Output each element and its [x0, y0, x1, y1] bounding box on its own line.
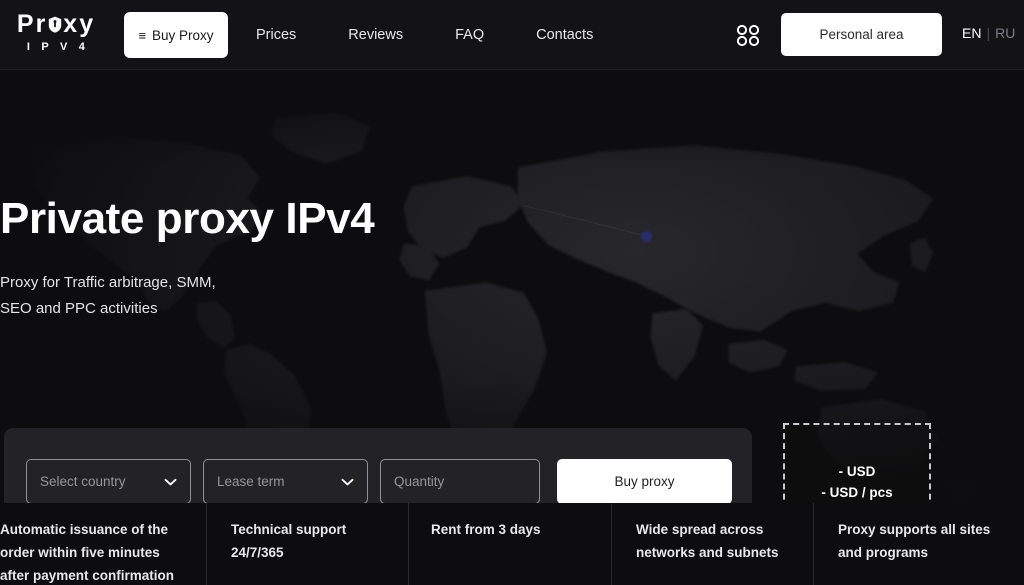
- select-country-dropdown[interactable]: Select country: [26, 459, 191, 503]
- feature-line: Technical support: [231, 522, 347, 537]
- hamburger-icon: ≡: [138, 27, 147, 43]
- landing-page: Pr xy I P V 4 ≡ Buy Proxy Prices Reviews…: [0, 0, 1024, 585]
- header-buy-proxy-label: Buy Proxy: [152, 27, 214, 43]
- features-bar: Automatic issuance of the order within f…: [0, 503, 1024, 585]
- feature-line: Proxy supports all sites: [838, 522, 991, 537]
- chevron-down-icon: [341, 478, 354, 486]
- chevron-down-icon: [164, 478, 177, 486]
- price-summary-box: - USD - USD / pcs: [783, 423, 931, 503]
- feature-divider: [611, 503, 612, 585]
- hero-subtitle: Proxy for Traffic arbitrage, SMM, SEO an…: [0, 270, 216, 322]
- price-per-unit: - USD / pcs: [821, 484, 893, 500]
- shield-icon: [48, 16, 62, 33]
- language-separator: |: [986, 25, 991, 41]
- order-form-panel: Select country Lease term Quantity Buy p…: [4, 428, 752, 503]
- select-country-label: Select country: [40, 474, 126, 489]
- price-total: - USD: [838, 463, 876, 479]
- feature-item: Technical support 24/7/365: [231, 503, 406, 585]
- feature-item: Rent from 3 days: [431, 503, 606, 585]
- nav-item-faq[interactable]: FAQ: [429, 27, 510, 43]
- hero-section: Private proxy IPv4 Proxy for Traffic arb…: [0, 70, 1024, 503]
- hero-subtitle-line-2: SEO and PPC activities: [0, 300, 158, 317]
- feature-line: 24/7/365: [231, 545, 284, 560]
- language-switcher: EN | RU: [962, 25, 1015, 41]
- buy-proxy-submit-button[interactable]: Buy proxy: [557, 459, 732, 503]
- logo-word-left: Pr: [16, 10, 48, 38]
- lease-term-dropdown[interactable]: Lease term: [203, 459, 368, 503]
- language-ru[interactable]: RU: [995, 25, 1015, 41]
- feature-divider: [408, 503, 409, 585]
- feature-item: Automatic issuance of the order within f…: [0, 503, 196, 585]
- feature-item: Proxy supports all sites and programs: [838, 503, 1018, 585]
- feature-line: Wide spread across: [636, 522, 764, 537]
- feature-line: networks and subnets: [636, 545, 779, 560]
- grid-2x2-circles-icon[interactable]: [735, 23, 761, 48]
- hero-subtitle-line-1: Proxy for Traffic arbitrage, SMM,: [0, 274, 216, 291]
- site-header: Pr xy I P V 4 ≡ Buy Proxy Prices Reviews…: [0, 0, 1024, 70]
- feature-line: and programs: [838, 545, 929, 560]
- logo-wordmark: Pr xy: [8, 11, 104, 38]
- page-title: Private proxy IPv4: [0, 194, 375, 243]
- buy-proxy-submit-label: Buy proxy: [614, 474, 675, 489]
- main-navigation: Prices Reviews FAQ Contacts: [256, 0, 619, 70]
- logo-word-right: xy: [63, 10, 96, 38]
- quantity-placeholder: Quantity: [394, 474, 445, 489]
- nav-item-contacts[interactable]: Contacts: [510, 27, 619, 43]
- nav-item-prices[interactable]: Prices: [256, 27, 322, 43]
- lease-term-label: Lease term: [217, 474, 285, 489]
- header-buy-proxy-button[interactable]: ≡ Buy Proxy: [124, 12, 228, 58]
- feature-item: Wide spread across networks and subnets: [636, 503, 811, 585]
- feature-divider: [813, 503, 814, 585]
- quantity-input[interactable]: Quantity: [380, 459, 540, 503]
- nav-item-reviews[interactable]: Reviews: [322, 27, 429, 43]
- feature-line: Rent from 3 days: [431, 522, 541, 537]
- feature-line: order within five minutes: [0, 545, 160, 560]
- personal-area-label: Personal area: [819, 27, 904, 42]
- feature-divider: [206, 503, 207, 585]
- site-logo[interactable]: Pr xy I P V 4: [8, 11, 104, 54]
- personal-area-button[interactable]: Personal area: [781, 13, 942, 56]
- feature-line: Automatic issuance of the: [0, 522, 169, 537]
- feature-line: after payment confirmation: [0, 568, 175, 583]
- logo-subtitle: I P V 4: [26, 41, 90, 53]
- language-en[interactable]: EN: [962, 25, 981, 41]
